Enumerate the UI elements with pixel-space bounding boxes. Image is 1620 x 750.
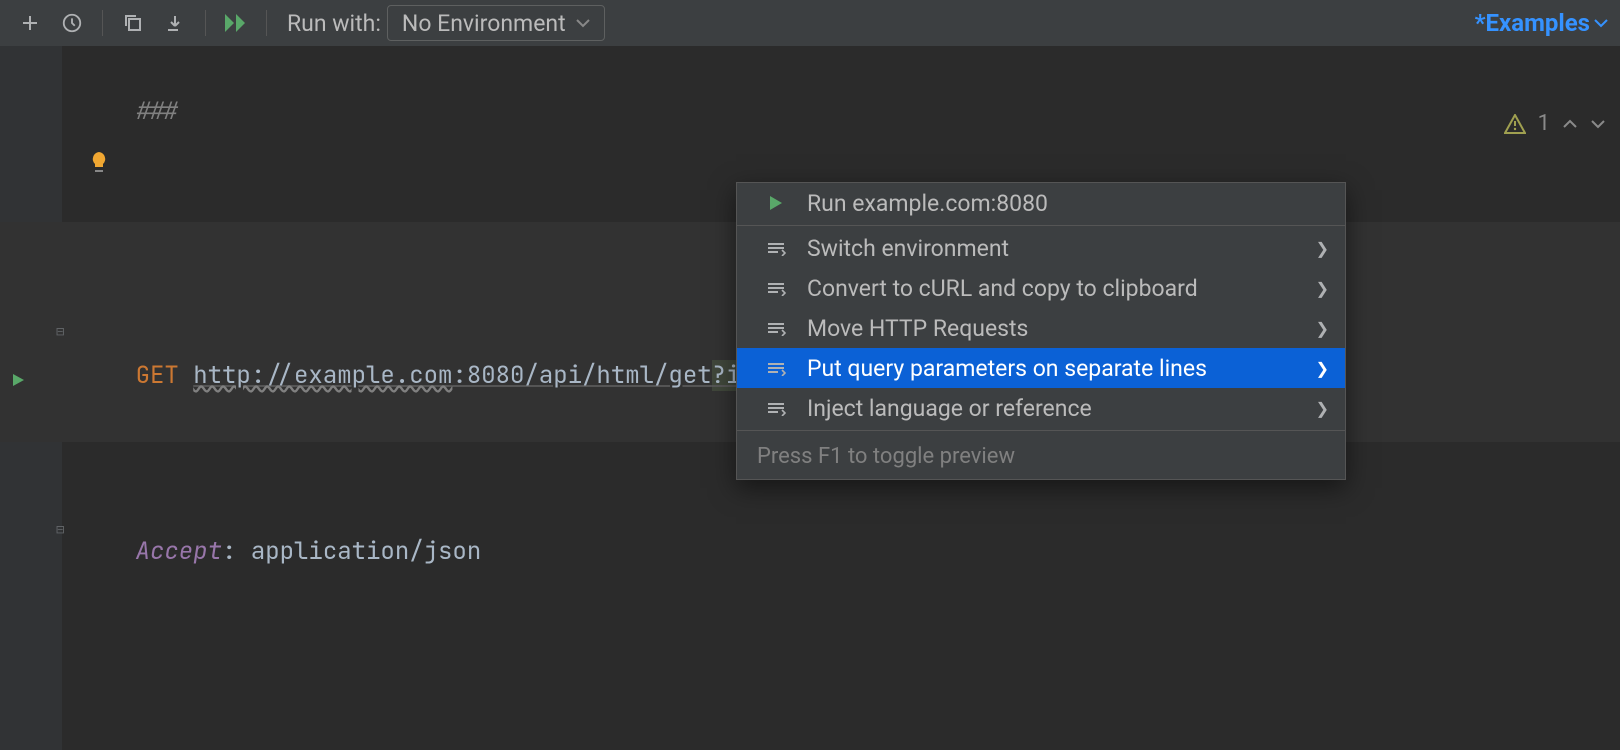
submenu-arrow-icon: ❯: [1316, 359, 1329, 378]
menu-item-move-requests[interactable]: Move HTTP Requests ❯: [737, 308, 1345, 348]
submenu-arrow-icon: ❯: [1316, 399, 1329, 418]
play-icon: [765, 194, 787, 212]
fold-icon[interactable]: ⊟: [56, 523, 64, 537]
environment-select[interactable]: No Environment: [387, 5, 605, 41]
header-name: Accept: [136, 536, 222, 567]
add-icon[interactable]: [12, 5, 48, 41]
intention-icon: [765, 280, 787, 296]
code-line[interactable]: ###: [0, 46, 1620, 178]
environment-selected-value: No Environment: [402, 10, 566, 37]
import-icon[interactable]: [157, 5, 193, 41]
toolbar-separator: [205, 10, 206, 36]
menu-item-label: Inject language or reference: [807, 395, 1296, 422]
toolbar-separator: [266, 10, 267, 36]
intention-icon: [765, 320, 787, 336]
intention-bulb-icon[interactable]: [88, 150, 110, 176]
http-method: GET: [136, 360, 179, 391]
menu-item-label: Convert to cURL and copy to clipboard: [807, 275, 1296, 302]
toolbar: Run with: No Environment *Examples: [0, 0, 1620, 46]
examples-link[interactable]: *Examples: [1475, 9, 1590, 37]
fold-icon[interactable]: ⊟: [56, 325, 64, 339]
run-with-label: Run with:: [287, 10, 381, 37]
header-value: application/json: [251, 536, 481, 567]
intention-icon: [765, 400, 787, 416]
menu-item-label: Switch environment: [807, 235, 1296, 262]
menu-separator: [737, 225, 1345, 226]
menu-item-inject-language[interactable]: Inject language or reference ❯: [737, 388, 1345, 428]
run-all-icon[interactable]: [218, 5, 254, 41]
copy-icon[interactable]: [115, 5, 151, 41]
menu-item-switch-environment[interactable]: Switch environment ❯: [737, 228, 1345, 268]
menu-item-label: Put query parameters on separate lines: [807, 355, 1296, 382]
chevron-down-icon: [576, 18, 590, 28]
toolbar-separator: [102, 10, 103, 36]
history-icon[interactable]: [54, 5, 90, 41]
request-separator: ###: [136, 96, 179, 127]
submenu-arrow-icon: ❯: [1316, 279, 1329, 298]
submenu-arrow-icon: ❯: [1316, 239, 1329, 258]
submenu-arrow-icon: ❯: [1316, 319, 1329, 338]
intention-icon: [765, 240, 787, 256]
menu-item-label: Run example.com:8080: [807, 190, 1329, 217]
menu-item-put-params-separate[interactable]: Put query parameters on separate lines ❯: [737, 348, 1345, 388]
intention-menu: Run example.com:8080 Switch environment …: [736, 182, 1346, 480]
menu-item-run[interactable]: Run example.com:8080: [737, 183, 1345, 223]
chevron-down-icon[interactable]: [1594, 18, 1608, 28]
menu-item-convert-curl[interactable]: Convert to cURL and copy to clipboard ❯: [737, 268, 1345, 308]
menu-separator: [737, 430, 1345, 431]
intention-icon: [765, 360, 787, 376]
menu-hint: Press F1 to toggle preview: [737, 433, 1345, 479]
run-gutter-icon[interactable]: [8, 370, 28, 390]
menu-item-label: Move HTTP Requests: [807, 315, 1296, 342]
